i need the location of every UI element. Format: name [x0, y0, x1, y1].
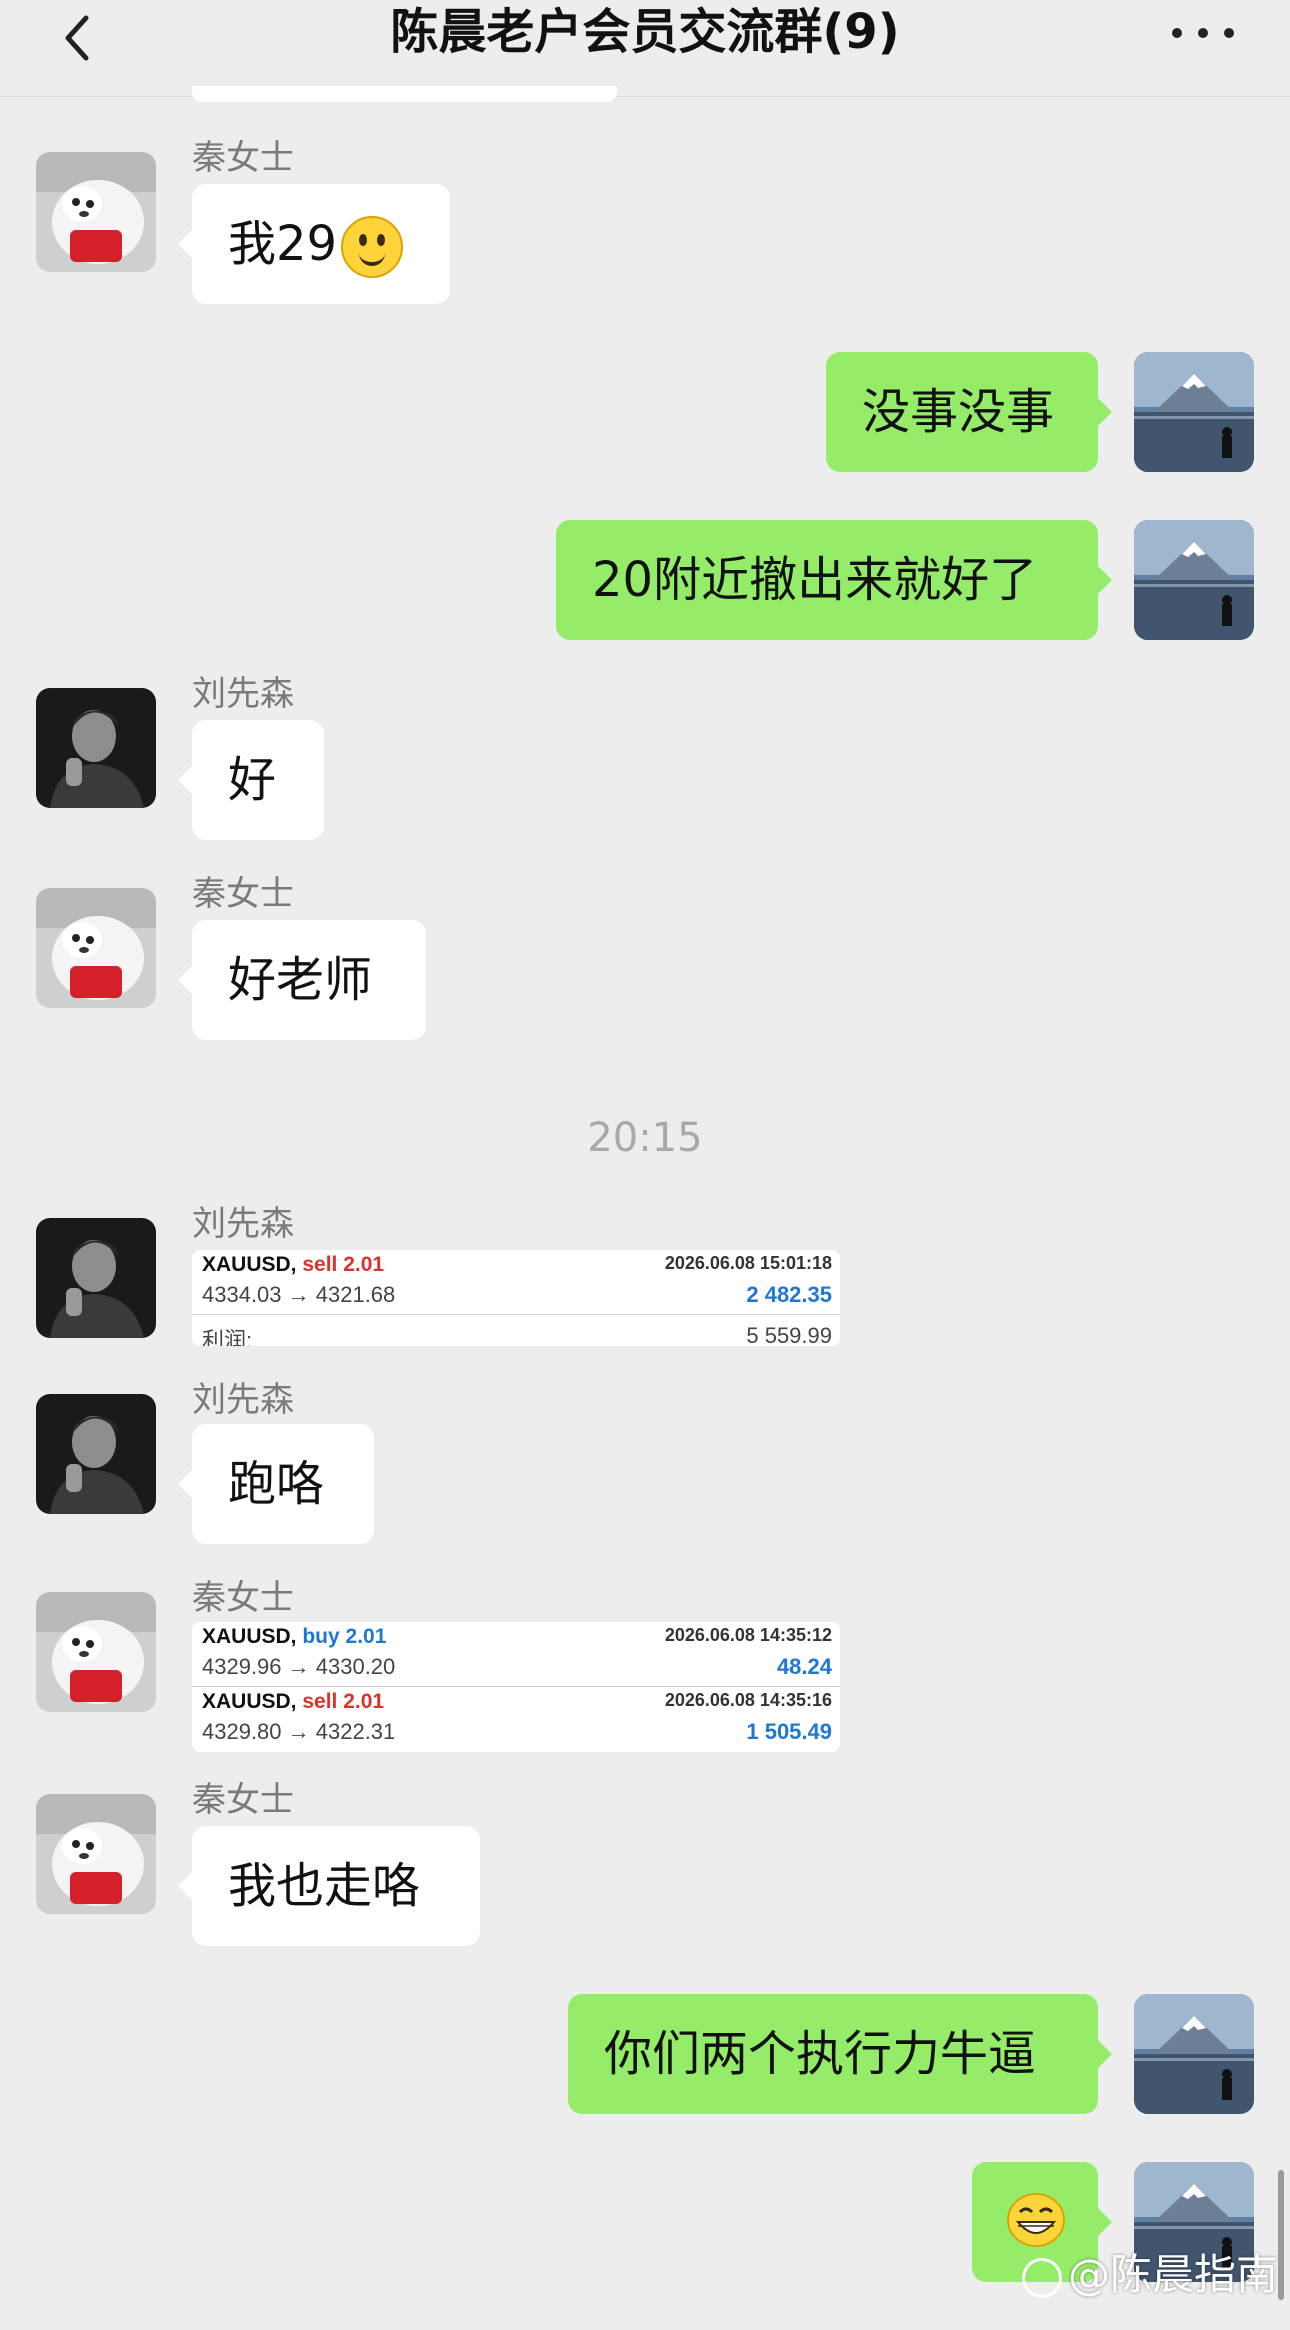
- message-bubble-outgoing[interactable]: 你们两个执行力牛逼: [568, 1994, 1112, 2114]
- ellipsis-icon[interactable]: [1170, 10, 1240, 50]
- message-text: 好: [228, 752, 277, 808]
- message-text: 我29: [228, 216, 338, 272]
- message-text: 我也走咯: [228, 1858, 421, 1914]
- message-text: 跑咯: [228, 1456, 325, 1512]
- sender-name: 秦女士: [192, 138, 294, 178]
- trade-total-label: 利润:: [202, 1328, 253, 1346]
- trade-symbol: XAUUSD,: [202, 1625, 297, 1648]
- sender-name: 秦女士: [192, 1780, 294, 1820]
- avatar-qin[interactable]: [36, 152, 156, 272]
- trade-profit: 48.24: [776, 1654, 832, 1679]
- grinning-emoji-icon: [1006, 2192, 1066, 2248]
- trade-side: buy 2.01: [302, 1625, 387, 1648]
- trade-symbol: XAUUSD,: [202, 1690, 297, 1713]
- avatar-qin[interactable]: [36, 1794, 156, 1914]
- trade-side: sell 2.01: [302, 1690, 385, 1713]
- message-text: 好老师: [228, 952, 373, 1008]
- sender-name: 秦女士: [192, 874, 294, 914]
- trade-prices: 4329.80 → 4322.31: [202, 1719, 396, 1744]
- previous-message-bubble: [192, 86, 617, 102]
- message-bubble[interactable]: 我29: [178, 184, 450, 304]
- message-bubble[interactable]: 跑咯: [178, 1424, 374, 1544]
- avatar-liu[interactable]: [36, 688, 156, 808]
- message-text: 没事没事: [862, 384, 1055, 440]
- message-bubble[interactable]: 好老师: [178, 920, 426, 1040]
- trade-datetime: 2026.06.08 14:35:16: [664, 1690, 832, 1710]
- sender-name: 刘先森: [192, 1204, 294, 1244]
- scrollbar[interactable]: [1278, 2170, 1284, 2300]
- avatar-qin[interactable]: [36, 1592, 156, 1712]
- avatar-liu[interactable]: [36, 1218, 156, 1338]
- trade-row: XAUUSD, sell 2.01 2026.06.08 15:01:18 43…: [192, 1250, 840, 1315]
- message-text: 20附近撤出来就好了: [592, 552, 1038, 608]
- message-bubble-outgoing[interactable]: 20附近撤出来就好了: [556, 520, 1112, 640]
- message-bubble[interactable]: 好: [178, 720, 324, 840]
- trade-total-row: 利润: 5 559.99: [192, 1315, 840, 1346]
- message-timestamp: 20:15: [587, 1115, 703, 1161]
- avatar-self[interactable]: [1134, 1994, 1254, 2114]
- smiley-emoji-icon: [341, 216, 404, 278]
- chat-header: 陈晨老户会员交流群(9): [0, 0, 1290, 97]
- message-bubble[interactable]: 我也走咯: [178, 1826, 480, 1946]
- weibo-logo-icon: [1021, 2257, 1062, 2298]
- trade-datetime: 2026.06.08 14:35:12: [664, 1625, 832, 1645]
- sender-name: 秦女士: [192, 1578, 294, 1618]
- avatar-qin[interactable]: [36, 888, 156, 1008]
- chat-title: 陈晨老户会员交流群(9): [390, 4, 900, 60]
- trade-profit: 1 505.49: [746, 1719, 832, 1744]
- trade-symbol: XAUUSD,: [202, 1253, 297, 1276]
- trade-profit: 2 482.35: [746, 1282, 832, 1307]
- avatar-liu[interactable]: [36, 1394, 156, 1514]
- message-text: 你们两个执行力牛逼: [604, 2026, 1037, 2082]
- trade-row: XAUUSD, sell 2.01 2026.06.08 14:35:16 43…: [192, 1687, 840, 1751]
- avatar-self[interactable]: [1134, 520, 1254, 640]
- trade-prices: 4334.03 → 4321.68: [202, 1282, 396, 1307]
- trade-side: sell 2.01: [302, 1253, 385, 1276]
- watermark-text: @陈晨指南: [1067, 2250, 1278, 2299]
- trade-prices: 4329.96 → 4330.20: [202, 1654, 396, 1679]
- message-bubble-outgoing[interactable]: 没事没事: [826, 352, 1112, 472]
- sender-name: 刘先森: [192, 1380, 294, 1420]
- trade-total-value: 5 559.99: [746, 1323, 832, 1346]
- trade-screenshot-image[interactable]: XAUUSD, sell 2.01 2026.06.08 15:01:18 43…: [192, 1250, 840, 1346]
- sender-name: 刘先森: [192, 674, 294, 714]
- avatar-self[interactable]: [1134, 352, 1254, 472]
- trade-datetime: 2026.06.08 15:01:18: [664, 1253, 832, 1273]
- trade-screenshot-image[interactable]: XAUUSD, buy 2.01 2026.06.08 14:35:12 432…: [192, 1622, 840, 1752]
- trade-row: XAUUSD, buy 2.01 2026.06.08 14:35:12 432…: [192, 1622, 840, 1687]
- watermark: @陈晨指南: [1021, 2241, 1278, 2302]
